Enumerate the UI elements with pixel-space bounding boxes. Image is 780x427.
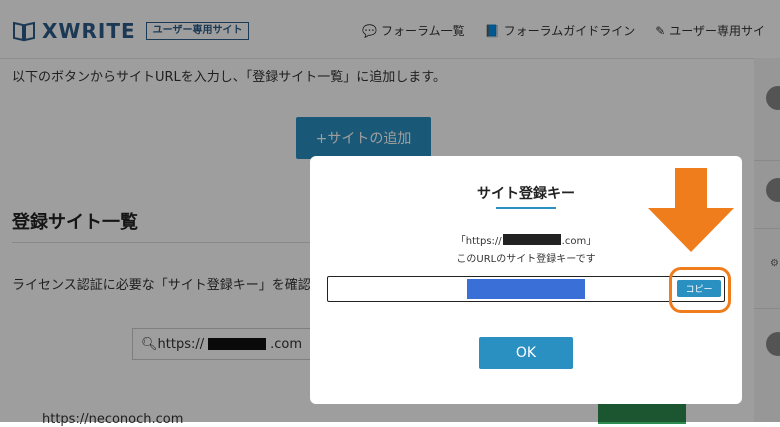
url-prefix: 「https:// <box>455 236 502 247</box>
highlight-ring-annotation <box>669 267 731 313</box>
ok-button[interactable]: OK <box>479 337 573 369</box>
site-key-field[interactable]: コピー <box>327 276 725 302</box>
redaction-bar <box>502 234 561 245</box>
site-key-selection <box>467 279 585 299</box>
down-arrow-annotation-icon <box>648 168 734 252</box>
url-suffix: .com」 <box>561 236 597 247</box>
modal-note: このURLのサイト登録キーです <box>456 254 596 265</box>
page: XWRITE ユーザー専用サイト 💬 フォーラム一覧 📘 フォーラムガイドライン… <box>0 0 780 427</box>
title-underline <box>496 207 556 209</box>
